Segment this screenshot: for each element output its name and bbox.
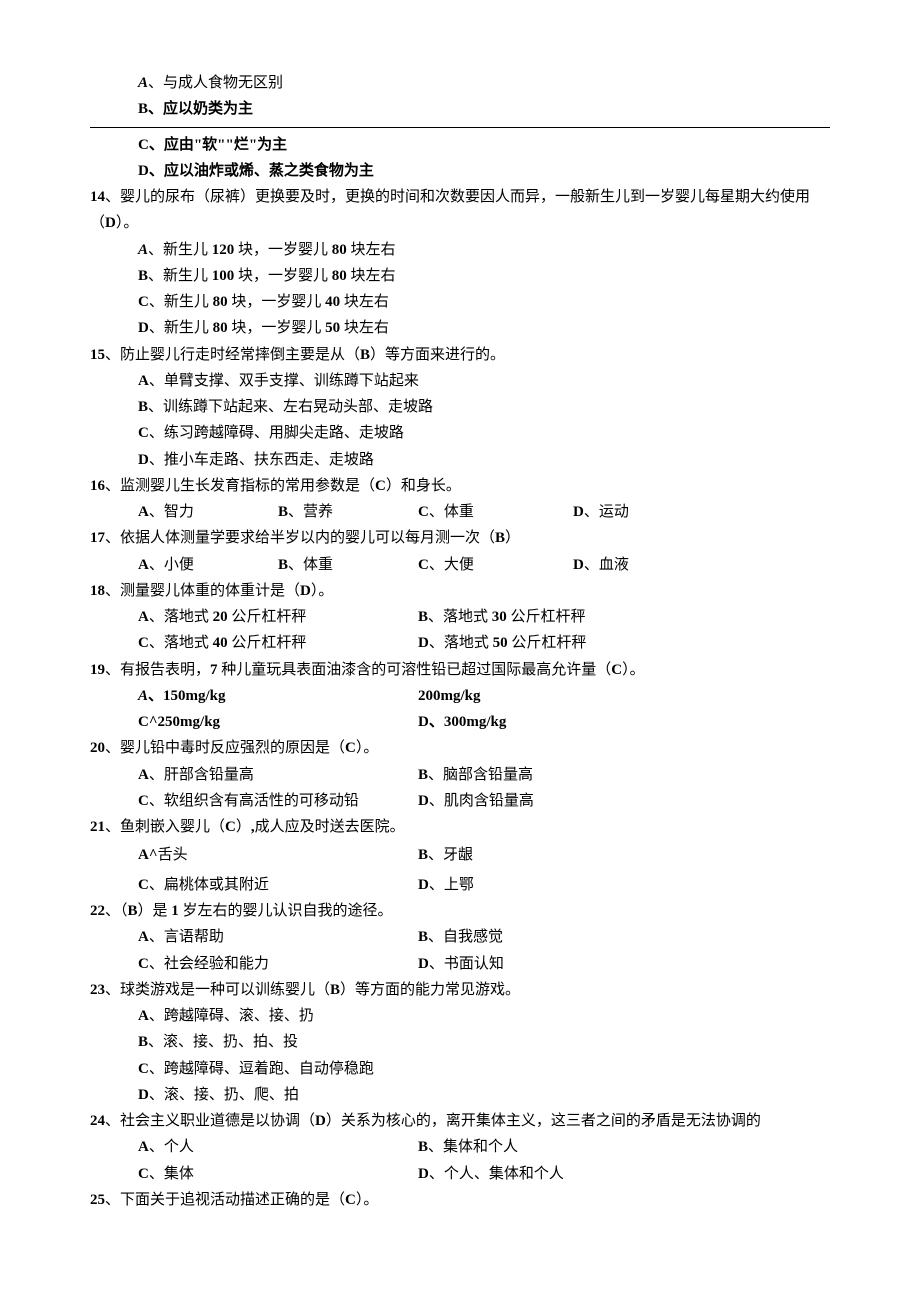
q16-option-c: C、体重 [418, 499, 573, 525]
q16-stem: 16、监测婴儿生长发育指标的常用参数是（C）和身长。 [90, 473, 830, 499]
q24-option-d: D、个人、集体和个人 [418, 1161, 564, 1187]
q23-option-a: A、跨越障碍、滚、接、扔 [90, 1003, 830, 1029]
q19-options-row2: C^250mg/kg D、300mg/kg [90, 709, 830, 735]
q20-option-c: C、软组织含有高活性的可移动铅 [138, 788, 418, 814]
divider [90, 127, 830, 128]
opt-label: A [138, 75, 148, 91]
q24-option-a: A、个人 [138, 1134, 418, 1160]
q13-option-a: A、与成人食物无区别 [90, 70, 830, 96]
q18-stem: 18、测量婴儿体重的体重计是（D）。 [90, 578, 830, 604]
q18-options-row1: A、落地式 20 公斤杠杆秤 B、落地式 30 公斤杠杆秤 [90, 604, 830, 630]
q17-option-d: D、血液 [573, 552, 713, 578]
q24-options-row2: C、集体 D、个人、集体和个人 [90, 1161, 830, 1187]
q24-options-row1: A、个人 B、集体和个人 [90, 1134, 830, 1160]
q19-option-c: C^250mg/kg [138, 709, 418, 735]
q16-option-a: A、智力 [138, 499, 278, 525]
opt-text: 、单臂支撑、双手支撑、训练蹲下站起来 [149, 373, 419, 389]
q23-option-d: D、滚、接、扔、爬、拍 [90, 1082, 830, 1108]
q19-option-a: A、150mg/kg [138, 683, 418, 709]
q19-option-d: D、300mg/kg [418, 709, 506, 735]
q14-stem: 14、婴儿的尿布（尿裤）更换要及时，更换的时间和次数要因人而异，一般新生儿到一岁… [90, 184, 830, 237]
q22-stem: 22、（B）是 1 岁左右的婴儿认识自我的途径。 [90, 898, 830, 924]
q16-option-b: B、营养 [278, 499, 418, 525]
q24-option-b: B、集体和个人 [418, 1134, 518, 1160]
q22-option-d: D、书面认知 [418, 951, 504, 977]
q21-stem: 21、鱼刺嵌入婴儿（C）,成人应及时送去医院。 [90, 814, 830, 840]
q20-options-row2: C、软组织含有高活性的可移动铅 D、肌肉含铅量高 [90, 788, 830, 814]
q17-option-a: A、小便 [138, 552, 278, 578]
q22-options-row1: A、言语帮助 B、自我感觉 [90, 924, 830, 950]
opt-text: 、与成人食物无区别 [148, 75, 283, 91]
q22-option-c: C、社会经验和能力 [138, 951, 418, 977]
q21-options-row2: C、扁桃体或其附近 D、上鄂 [90, 872, 830, 898]
q23-stem: 23、球类游戏是一种可以训练婴儿（B）等方面的能力常见游戏。 [90, 977, 830, 1003]
q19-option-b: 200mg/kg [418, 683, 481, 709]
q13-option-b: B、应以奶类为主 [90, 96, 830, 122]
q17-option-b: B、体重 [278, 552, 418, 578]
q22-options-row2: C、社会经验和能力 D、书面认知 [90, 951, 830, 977]
q15-option-d: D、推小车走路、扶东西走、走坡路 [90, 447, 830, 473]
q20-options-row1: A、肝部含铅量高 B、脑部含铅量高 [90, 762, 830, 788]
q18-options-row2: C、落地式 40 公斤杠杆秤 D、落地式 50 公斤杠杆秤 [90, 630, 830, 656]
q18-option-b: B、落地式 30 公斤杠杆秤 [418, 604, 586, 630]
q20-stem: 20、婴儿铅中毒时反应强烈的原因是（C）。 [90, 735, 830, 761]
q21-option-c: C、扁桃体或其附近 [138, 872, 418, 898]
q20-option-a: A、肝部含铅量高 [138, 762, 418, 788]
q21-option-a: A^舌头 [138, 840, 418, 872]
q14-option-b: B、新生儿 100 块，一岁婴儿 80 块左右 [90, 263, 830, 289]
q15-option-c: C、练习跨越障碍、用脚尖走路、走坡路 [90, 420, 830, 446]
q15-option-b: B、训练蹲下站起来、左右晃动头部、走坡路 [90, 394, 830, 420]
q17-options: A、小便 B、体重 C、大便 D、血液 [90, 552, 830, 578]
q14-option-c: C、新生儿 80 块，一岁婴儿 40 块左右 [90, 289, 830, 315]
q19-stem: 19、有报告表明，7 种儿童玩具表面油漆含的可溶性铅已超过国际最高允许量（C）。 [90, 657, 830, 683]
q23-option-b: B、滚、接、扔、拍、投 [90, 1029, 830, 1055]
q13-option-d: D、应以油炸或烯、蒸之类食物为主 [90, 158, 830, 184]
q13-option-c: C、应由"软""烂"为主 [90, 132, 830, 158]
q15-option-a: A、单臂支撑、双手支撑、训练蹲下站起来 [90, 368, 830, 394]
q20-option-b: B、脑部含铅量高 [418, 762, 533, 788]
q15-stem: 15、防止婴儿行走时经常摔倒主要是从（B）等方面来进行的。 [90, 342, 830, 368]
q24-stem: 24、社会主义职业道德是以协调（D）关系为核心的，离开集体主义，这三者之间的矛盾… [90, 1108, 830, 1134]
q14-option-a: A、新生儿 120 块，一岁婴儿 80 块左右 [90, 237, 830, 263]
q21-options-row1: A^舌头 B、牙龈 [90, 840, 830, 872]
q22-option-a: A、言语帮助 [138, 924, 418, 950]
q16-option-d: D、运动 [573, 499, 713, 525]
q17-stem: 17、依据人体测量学要求给半岁以内的婴儿可以每月测一次（B） [90, 525, 830, 551]
q23-option-c: C、跨越障碍、逗着跑、自动停稳跑 [90, 1056, 830, 1082]
q18-option-d: D、落地式 50 公斤杠杆秤 [418, 630, 586, 656]
q18-option-a: A、落地式 20 公斤杠杆秤 [138, 604, 418, 630]
q21-option-d: D、上鄂 [418, 872, 474, 898]
q20-option-d: D、肌肉含铅量高 [418, 788, 534, 814]
q22-option-b: B、自我感觉 [418, 924, 503, 950]
q17-option-c: C、大便 [418, 552, 573, 578]
q24-option-c: C、集体 [138, 1161, 418, 1187]
q18-option-c: C、落地式 40 公斤杠杆秤 [138, 630, 418, 656]
q16-options: A、智力 B、营养 C、体重 D、运动 [90, 499, 830, 525]
q19-options-row1: A、150mg/kg 200mg/kg [90, 683, 830, 709]
q14-option-d: D、新生儿 80 块，一岁婴儿 50 块左右 [90, 315, 830, 341]
q21-option-b: B、牙龈 [418, 840, 473, 872]
q25-stem: 25、下面关于追视活动描述正确的是（C）。 [90, 1187, 830, 1213]
